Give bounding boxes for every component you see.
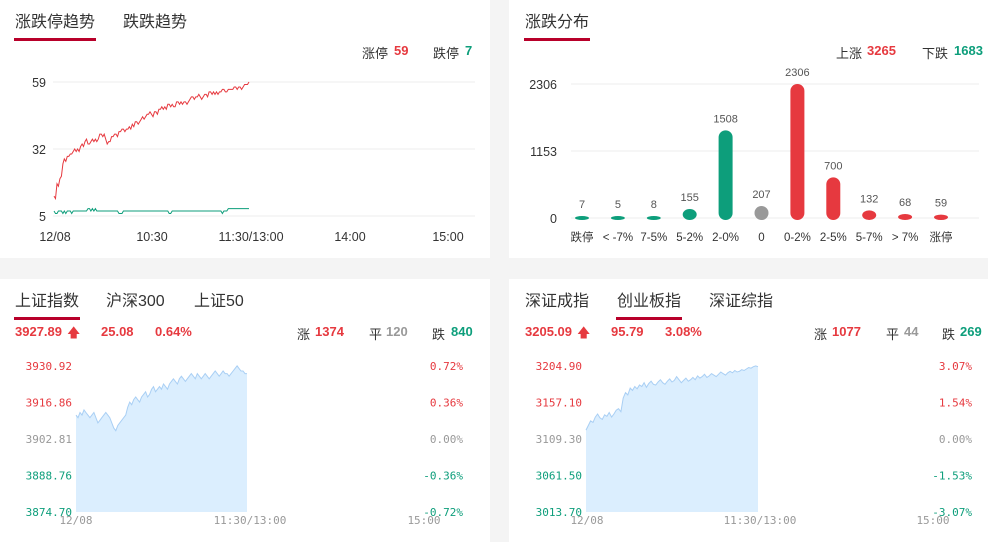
y-tick-label-left: 3888.76 bbox=[26, 470, 72, 483]
bar bbox=[646, 216, 661, 220]
cyb-index-panel: 深证成指 创业板指 深证综指 3205.09 🡅 95.79 3.08% 涨 1… bbox=[509, 279, 988, 542]
y-tick-label-right: 0.00% bbox=[430, 433, 463, 446]
limit-trend-panel: 涨跌停趋势 跌跌趋势 涨停 59 跌停 7 59 32 5 12/08 10:30 11:… bbox=[0, 0, 490, 258]
bar-value-label: 1508 bbox=[713, 113, 737, 125]
y-tick-label-right: 1.54% bbox=[939, 397, 972, 410]
x-tick-label: 15:00 bbox=[432, 230, 463, 244]
bar-value-label: 155 bbox=[681, 192, 699, 204]
bar bbox=[790, 84, 805, 220]
category-label: 7-5% bbox=[640, 232, 667, 244]
category-label: > 7% bbox=[892, 232, 919, 244]
category-label: 2-0% bbox=[712, 232, 739, 244]
bar-value-label: 700 bbox=[824, 160, 842, 172]
y-tick-label-left: 3902.81 bbox=[26, 433, 72, 446]
x-tick-label: 11:30/13:00 bbox=[218, 230, 283, 244]
category-label: 涨停 bbox=[930, 230, 953, 244]
distribution-panel: 涨跌分布 上涨 3265 下跌 1683 2306 1153 0 7 跌停 5 < -7% 8… bbox=[509, 0, 988, 258]
category-label: 2-5% bbox=[820, 232, 847, 244]
bar bbox=[934, 214, 948, 220]
y-tick-label: 59 bbox=[32, 76, 46, 90]
category-label: < -7% bbox=[603, 232, 633, 244]
bar bbox=[610, 216, 625, 220]
price-area bbox=[76, 365, 247, 512]
y-tick-label-left: 3916.86 bbox=[26, 397, 72, 410]
bar-value-label: 7 bbox=[579, 199, 585, 211]
y-tick-label-right: -0.36% bbox=[423, 470, 463, 483]
x-tick-label: 12/08 bbox=[59, 514, 92, 527]
y-tick-label-left: 3157.10 bbox=[536, 397, 582, 410]
category-label: 跌停 bbox=[571, 230, 594, 244]
bar bbox=[862, 210, 877, 220]
y-tick-label: 1153 bbox=[530, 145, 557, 159]
bar-value-label: 5 bbox=[615, 199, 621, 211]
y-tick-label: 2306 bbox=[529, 78, 557, 92]
y-tick-label-left: 3109.30 bbox=[536, 433, 582, 446]
y-tick-label: 0 bbox=[550, 212, 557, 226]
distribution-chart: 2306 1153 0 7 跌停 5 < -7% 8 7-5% 155 5-2% 1508 2-0% 20… bbox=[529, 67, 979, 244]
limit-trend-chart: 59 32 5 12/08 10:30 11:30/13:00 14:00 15:00 bbox=[32, 76, 475, 244]
y-tick-label: 5 bbox=[39, 210, 46, 224]
cyb-index-chart: 3204.90 3.07% 3157.10 1.54% 3109.30 0.00% 3061… bbox=[536, 360, 973, 527]
bar bbox=[718, 130, 733, 220]
x-tick-label: 10:30 bbox=[136, 230, 167, 244]
bar bbox=[898, 214, 913, 220]
bar-value-label: 8 bbox=[651, 199, 657, 211]
x-tick-label: 11:30/13:00 bbox=[724, 514, 797, 527]
x-tick-label: 12/08 bbox=[39, 230, 70, 244]
bar bbox=[575, 216, 589, 220]
category-label: 5-7% bbox=[856, 232, 883, 244]
sh-index-panel: 上证指数 沪深300 上证50 3927.89 🡅 25.08 0.64% 涨 … bbox=[0, 279, 490, 542]
series-line bbox=[53, 81, 250, 201]
x-tick-label: 11:30/13:00 bbox=[214, 514, 287, 527]
category-label: 5-2% bbox=[676, 232, 703, 244]
bar-value-label: 2306 bbox=[785, 67, 809, 79]
x-tick-label: 15:00 bbox=[407, 514, 440, 527]
y-tick-label-right: 3.07% bbox=[939, 360, 972, 373]
y-tick-label-right: 0.72% bbox=[430, 360, 463, 373]
bar-value-label: 68 bbox=[899, 197, 911, 209]
y-tick-label-left: 3061.50 bbox=[536, 470, 582, 483]
y-tick-label-left: 3930.92 bbox=[26, 360, 72, 373]
bar bbox=[754, 205, 769, 220]
category-label: 0-2% bbox=[784, 232, 811, 244]
x-tick-label: 12/08 bbox=[570, 514, 603, 527]
sh-index-chart: 3930.92 0.72% 3916.86 0.36% 3902.81 0.00% 3888… bbox=[26, 360, 464, 527]
bar-value-label: 59 bbox=[935, 198, 947, 210]
y-tick-label: 32 bbox=[32, 143, 46, 157]
bar bbox=[682, 208, 697, 220]
series-line bbox=[53, 207, 249, 215]
y-tick-label-right: 0.36% bbox=[430, 397, 463, 410]
y-tick-label-left: 3204.90 bbox=[536, 360, 582, 373]
category-label: 0 bbox=[758, 232, 764, 244]
x-tick-label: 14:00 bbox=[334, 230, 365, 244]
x-tick-label: 15:00 bbox=[916, 514, 949, 527]
bar-value-label: 207 bbox=[752, 189, 770, 201]
bar bbox=[826, 177, 841, 220]
price-area bbox=[586, 365, 758, 512]
y-tick-label-right: 0.00% bbox=[939, 433, 972, 446]
y-tick-label-right: -1.53% bbox=[932, 470, 972, 483]
bar-value-label: 132 bbox=[860, 193, 878, 205]
